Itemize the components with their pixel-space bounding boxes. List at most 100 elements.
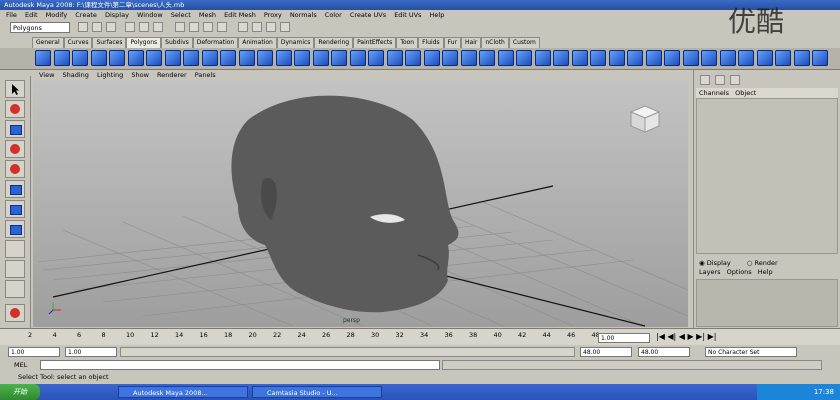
snap-point-icon[interactable] [217,22,227,32]
create-cylinder-icon[interactable] [72,50,88,66]
menu-modify[interactable]: Modify [46,10,68,20]
append-polygon-icon[interactable] [442,50,458,66]
options-menu[interactable]: Options [727,268,752,276]
four-pane-layout-icon[interactable] [5,260,25,278]
paint-select-tool-icon[interactable] [5,120,25,138]
pick-mask-icon[interactable] [175,22,185,32]
uv-planar-icon[interactable] [756,50,773,66]
menu-select[interactable]: Select [171,10,191,20]
tab-deformation[interactable]: Deformation [192,37,239,48]
object-menu[interactable]: Object [735,89,756,97]
select-component-icon[interactable] [153,22,163,32]
display-radio-label[interactable]: Display [707,259,731,267]
cleanup-icon[interactable] [682,50,699,66]
open-scene-icon[interactable] [92,22,102,32]
render-icon[interactable] [252,22,262,32]
ipr-render-icon[interactable] [266,22,276,32]
taskbar-item-maya[interactable]: Autodesk Maya 2008... [118,386,248,398]
uv-cylindrical-icon[interactable] [775,50,791,66]
harden-edge-icon[interactable] [719,50,736,66]
create-cube-icon[interactable] [53,50,70,66]
channels-menu[interactable]: Channels [699,89,729,97]
mirror-geometry-icon[interactable] [386,50,403,66]
create-platonic-icon[interactable] [238,50,255,66]
tab-animation[interactable]: Animation [238,37,277,48]
attribute-editor-toggle-icon[interactable] [715,75,725,85]
layer-editor[interactable] [696,279,838,327]
offset-edge-loop-icon[interactable] [516,50,532,66]
tab-hair[interactable]: Hair [461,37,482,48]
playback-controls[interactable]: |◀ ◀| ◀ ▶ ▶| ▶| [656,332,716,341]
soften-edge-icon[interactable] [701,50,717,66]
panel-menu-panels[interactable]: Panels [195,71,216,79]
menu-window[interactable]: Window [137,10,163,20]
tab-fur[interactable]: Fur [443,37,462,48]
panel-menu-view[interactable]: View [39,71,54,79]
reverse-normals-icon[interactable] [738,50,754,66]
create-torus-icon[interactable] [127,50,144,66]
select-hierarchy-icon[interactable] [125,22,135,32]
menu-set-dropdown[interactable]: Polygons [10,22,70,33]
split-polygon-icon[interactable] [479,50,495,66]
tab-fluids[interactable]: Fluids [418,37,444,48]
create-pyramid-icon[interactable] [164,50,181,66]
view-cube[interactable] [629,105,661,133]
triangulate-icon[interactable] [627,50,643,66]
create-cone-icon[interactable] [90,50,107,66]
chamfer-icon[interactable] [608,50,625,66]
menu-edit[interactable]: Edit [25,10,38,20]
create-soccer-ball-icon[interactable] [220,50,236,66]
current-frame-field[interactable]: 1.00 [598,333,650,343]
select-tool-icon[interactable] [5,80,25,98]
tab-ncloth[interactable]: nCloth [481,37,509,48]
history-icon[interactable] [238,22,248,32]
anim-start-field[interactable]: 1.00 [65,347,117,357]
tab-curves[interactable]: Curves [63,37,93,48]
uv-automatic-icon[interactable] [812,50,828,66]
render-settings-icon[interactable] [280,22,290,32]
snap-curve-icon[interactable] [203,22,213,32]
fill-hole-icon[interactable] [460,50,477,66]
reduce-icon[interactable] [664,50,680,66]
uv-spherical-icon[interactable] [793,50,810,66]
panel-menu-show[interactable]: Show [131,71,149,79]
menu-create-uvs[interactable]: Create UVs [350,10,386,20]
channel-box-toggle-icon[interactable] [700,75,710,85]
boolean-intersect-icon[interactable] [368,50,384,66]
panel-menu-renderer[interactable]: Renderer [157,71,187,79]
menu-normals[interactable]: Normals [290,10,317,20]
insert-edge-loop-icon[interactable] [497,50,514,66]
select-object-icon[interactable] [139,22,149,32]
display-radio-icon[interactable]: ◉ [699,259,705,267]
tool-settings-toggle-icon[interactable] [730,75,740,85]
move-tool-icon[interactable] [5,140,25,158]
menu-color[interactable]: Color [325,10,342,20]
merge-edge-icon[interactable] [571,50,588,66]
create-pipe-icon[interactable] [183,50,199,66]
start-time-field[interactable]: 1.00 [8,347,60,357]
menu-help[interactable]: Help [430,10,445,20]
anim-end-field[interactable]: 48.00 [638,347,690,357]
bevel-icon[interactable] [534,50,551,66]
start-button[interactable]: 开始 [0,384,40,400]
help-menu[interactable]: Help [758,268,773,276]
command-input[interactable] [40,360,440,370]
create-sphere-icon[interactable] [35,50,51,66]
quadrangulate-icon[interactable] [645,50,662,66]
menu-create[interactable]: Create [75,10,97,20]
save-scene-icon[interactable] [106,22,116,32]
render-radio-icon[interactable]: ○ [747,259,753,267]
menu-display[interactable]: Display [105,10,129,20]
boolean-difference-icon[interactable] [349,50,366,66]
menu-mesh[interactable]: Mesh [199,10,216,20]
tab-toon[interactable]: Toon [396,37,419,48]
scale-tool-icon[interactable] [5,180,25,198]
render-radio-label[interactable]: Render [755,259,778,267]
collapse-icon[interactable] [590,50,606,66]
extrude-icon[interactable] [405,50,421,66]
menu-proxy[interactable]: Proxy [264,10,282,20]
combine-icon[interactable] [257,50,273,66]
panel-menu-shading[interactable]: Shading [63,71,89,79]
rotate-tool-icon[interactable] [5,160,25,178]
boolean-union-icon[interactable] [331,50,347,66]
